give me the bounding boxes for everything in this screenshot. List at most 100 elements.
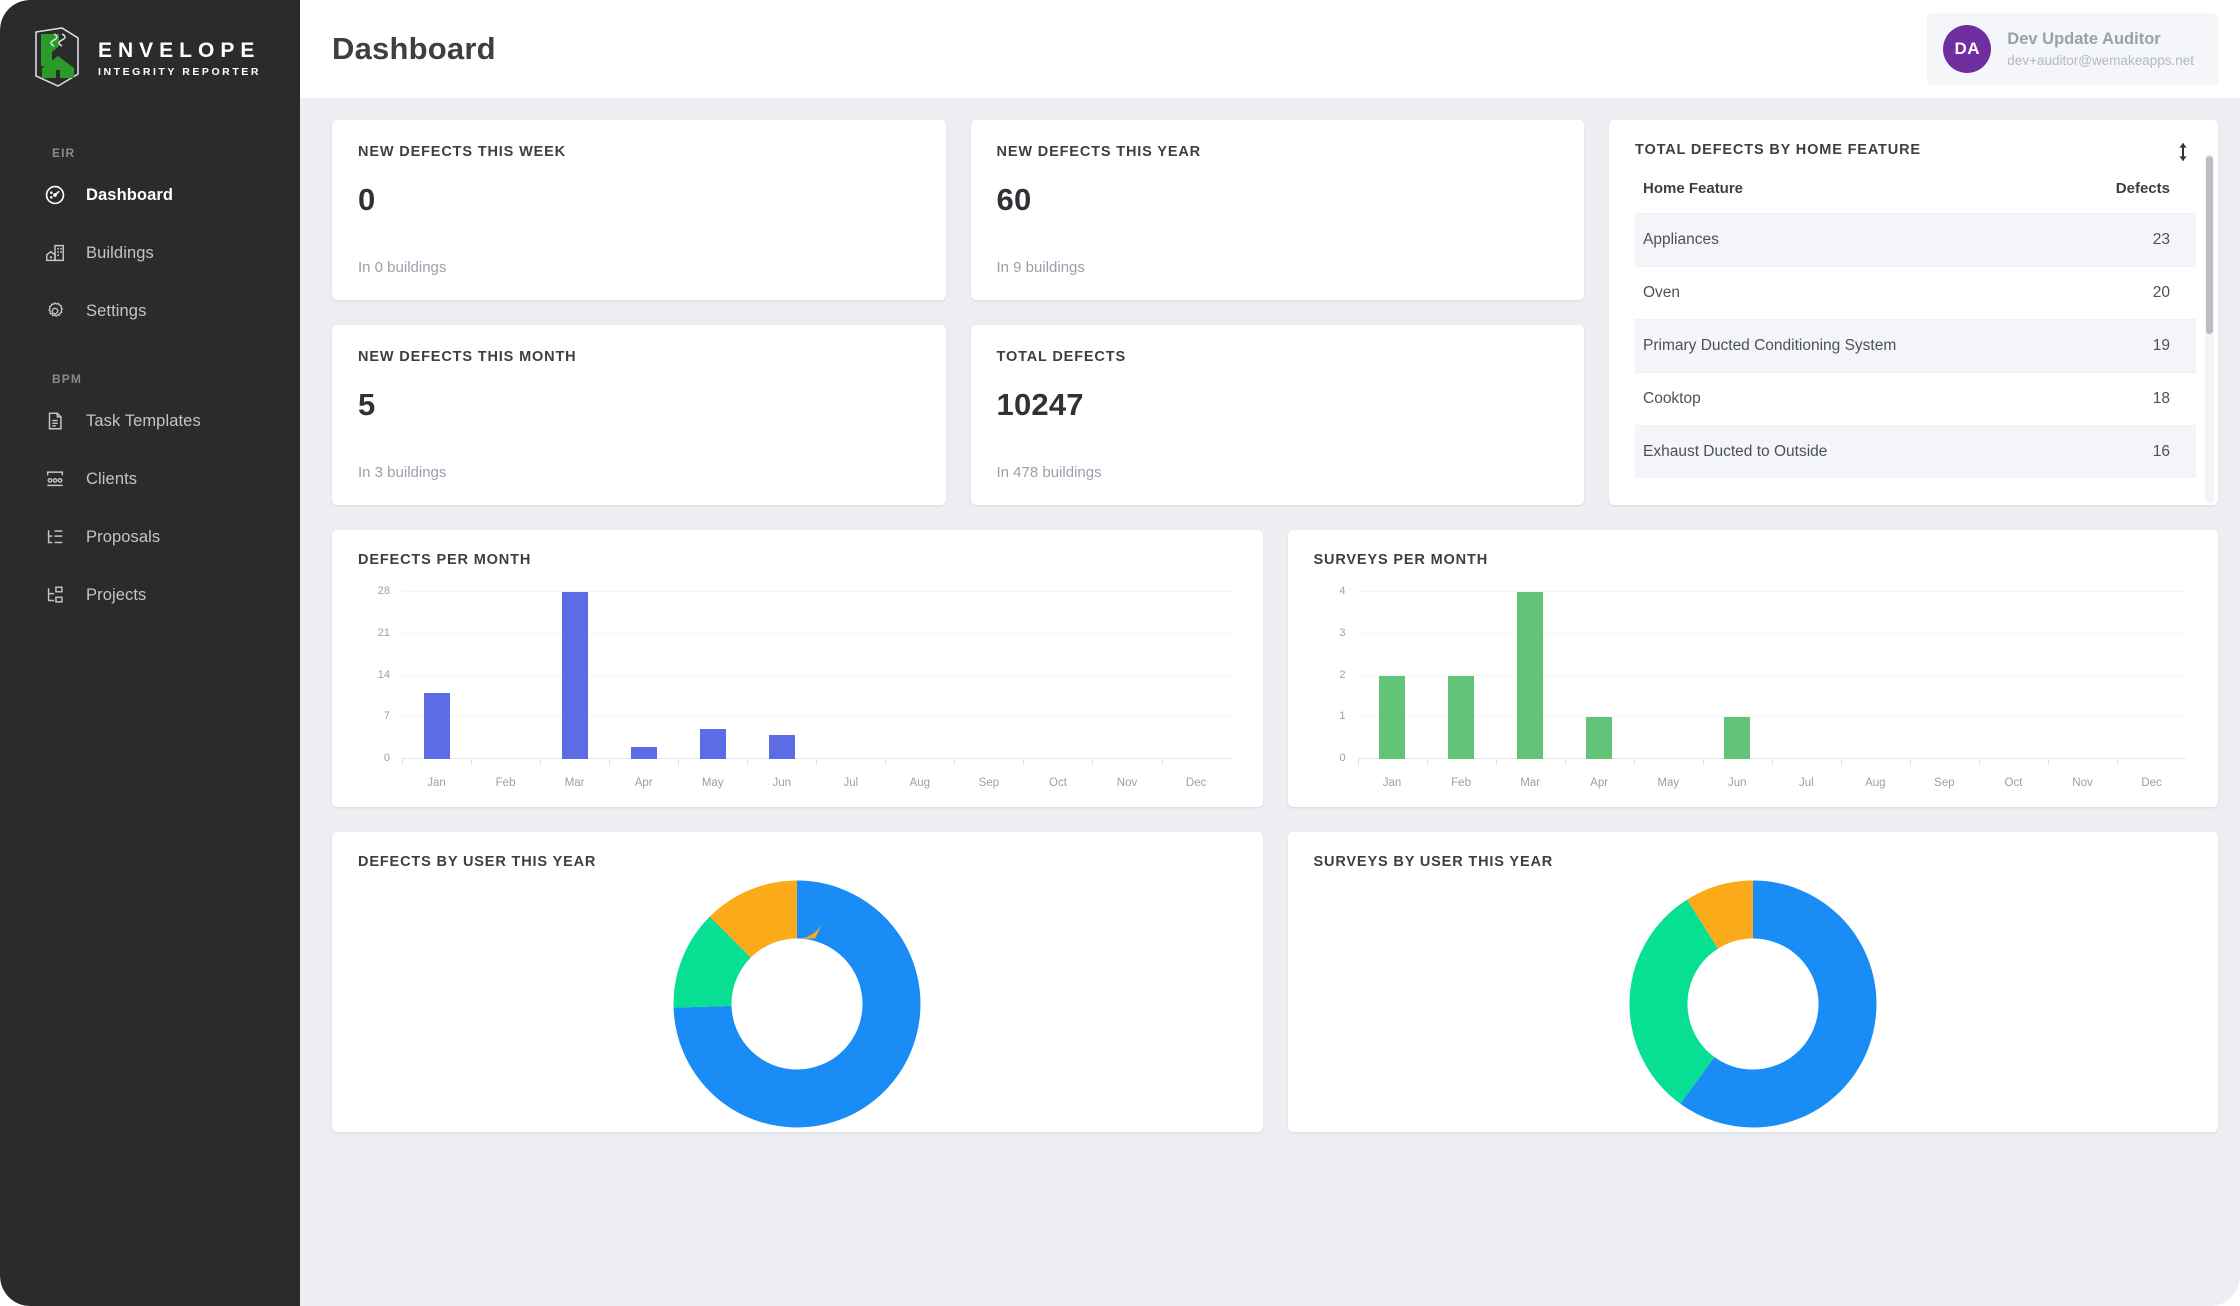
bar[interactable] [1724,717,1751,759]
x-axis-label: Aug [1865,777,1886,789]
projects-icon [47,586,63,603]
document-icon [48,412,62,430]
bars-container [402,592,1231,765]
x-axis-label: Feb [495,777,516,789]
x-axis-tick [1771,759,1773,765]
stat-value: 5 [358,387,376,422]
y-axis-tick-label: 2 [1339,668,1346,681]
bar-charts-row: DEFECTS PER MONTH 0 7 14 21 28 Jan Feb Mar Apr M… [332,530,2218,807]
page-title: Dashboard [332,31,496,66]
bar[interactable] [1448,675,1475,759]
bar[interactable] [768,735,795,759]
stat-card-new-defects-week: NEW DEFECTS THIS WEEK 0 In 0 buildings [332,120,946,300]
x-axis-label: Jun [772,777,792,789]
sidebar-item-label: Buildings [86,243,154,262]
bar[interactable] [561,592,588,759]
defects-per-month-card: DEFECTS PER MONTH 0 7 14 21 28 Jan Feb Mar Apr M… [332,530,1263,807]
y-axis-tick-label: 21 [377,626,390,639]
surveys-by-user-card: SURVEYS BY USER THIS YEAR User Surveys [1287,832,2218,1132]
bar-slot [471,592,540,765]
feature-table-scroll-area[interactable]: Home Feature Defects Appliances 23 Oven … [1635,172,2196,497]
cell-defects: 23 [2076,213,2196,267]
x-axis-label: Jul [1798,777,1814,789]
surveys-per-month-card: SURVEYS PER MONTH 01234 Jan Feb Mar Apr May J… [1287,530,2218,807]
table-row[interactable]: Appliances 23 [1635,213,2196,267]
x-axis-labels: Jan Feb Mar Apr May Jun Jul Aug Sep Oct Nov Dec [402,777,1231,789]
user-menu[interactable]: DA Dev Update Auditor dev+auditor@wemake… [1927,13,2218,85]
y-axis-tick-label: 28 [377,585,390,597]
table-row[interactable]: Oven 20 [1635,266,2196,320]
table-row[interactable]: Cooktop 18 [1635,372,2196,426]
sidebar-item-task-templates[interactable]: Task Templates [0,398,300,444]
plot-area: 0 7 14 21 28 [378,585,1231,765]
bar[interactable] [1517,592,1544,759]
sidebar-item-buildings[interactable]: Buildings [0,230,300,276]
table-row[interactable]: Exhaust Ducted to Outside 16 [1635,425,2196,478]
x-axis-tick [885,759,887,765]
brand-logo-block[interactable]: ENVELOPE INTEGRITY REPORTER [0,22,300,88]
defects-per-month-chart: 0 7 14 21 28 Jan Feb Mar Apr May Jun Jul Aug Sep Oct N… [358,585,1237,795]
x-axis-tick [1426,759,1428,765]
x-axis-tick [1161,759,1163,765]
clients-icon [46,471,64,487]
surveys-per-month-chart: 0 1 2 3 4 Jan Feb Mar Apr May Jun Jul Aug Sep Oct Nov D… [1314,585,2193,795]
sidebar: ENVELOPE INTEGRITY REPORTER EIR Dashboar… [0,0,300,1306]
x-axis-tick [1633,759,1635,765]
dashboard-content: NEW DEFECTS THIS WEEK 0 In 0 buildings N… [300,98,2240,1306]
sidebar-item-label: Proposals [86,527,161,546]
bar-slot [1909,592,1979,765]
column-header-home-feature[interactable]: Home Feature [1635,172,2076,214]
table-header-row: Home Feature Defects [1635,172,2196,214]
bar-slot [885,592,954,765]
x-axis-tick [1357,759,1359,765]
y-axis-tick-label: 14 [377,668,390,681]
bar-slot [816,592,885,765]
table-row[interactable]: Primary Ducted Conditioning System 19 [1635,319,2196,373]
sort-vertical-icon[interactable] [2174,142,2192,162]
bar-slot [1633,592,1703,765]
sidebar-item-label: Projects [86,585,147,604]
surveys-by-user-donut[interactable] [1627,878,1879,1130]
x-axis-tick [540,759,542,765]
sidebar-item-dashboard[interactable]: Dashboard [0,172,300,218]
stat-value: 0 [358,182,376,217]
sidebar-section-eir: EIR [52,146,76,160]
bar-slot [1702,592,1772,765]
bar-slot [1978,592,2048,765]
bar[interactable] [1379,675,1406,759]
defects-by-user-card: DEFECTS BY USER THIS YEAR User Defects [332,832,1263,1132]
bars-container [1357,592,2187,765]
house-chimney-logo-icon [35,27,79,87]
feature-table-title: TOTAL DEFECTS BY HOME FEATURE [1635,142,1921,158]
avatar: DA [1943,25,1992,73]
bar[interactable] [423,693,450,759]
sidebar-item-projects[interactable]: Projects [0,572,300,618]
stat-title: NEW DEFECTS THIS MONTH [358,349,577,365]
bar[interactable] [699,729,726,759]
main-area: Dashboard DA Dev Update Auditor dev+audi… [300,0,2240,1306]
x-axis-tick [1023,759,1025,765]
bar[interactable] [1586,717,1613,759]
x-axis-label: May [701,777,724,789]
column-header-defects[interactable]: Defects [2076,172,2196,214]
x-axis-label: Jul [843,777,859,789]
x-axis-label: Sep [978,777,1000,789]
x-axis-tick [747,759,749,765]
defects-by-user-donut[interactable] [671,878,923,1130]
stat-subtitle: In 9 buildings [996,259,1085,276]
x-axis-label: Feb [1451,777,1471,789]
scrollbar-thumb[interactable] [2206,156,2213,334]
y-axis-tick-label: 1 [1339,710,1346,723]
y-axis-tick-label: 4 [1339,585,1346,597]
bar-slot [2117,592,2186,765]
x-axis-tick [609,759,611,765]
y-axis-tick-label: 0 [383,752,390,764]
sidebar-item-proposals[interactable]: Proposals [0,514,300,560]
bar-slot [747,592,816,765]
sidebar-item-label: Dashboard [86,185,174,204]
bar[interactable] [630,747,657,759]
chart-title: DEFECTS BY USER THIS YEAR [358,854,597,870]
sidebar-item-settings[interactable]: Settings [0,288,300,334]
feature-table-scrollbar[interactable] [2205,154,2214,503]
sidebar-item-clients[interactable]: Clients [0,456,300,502]
